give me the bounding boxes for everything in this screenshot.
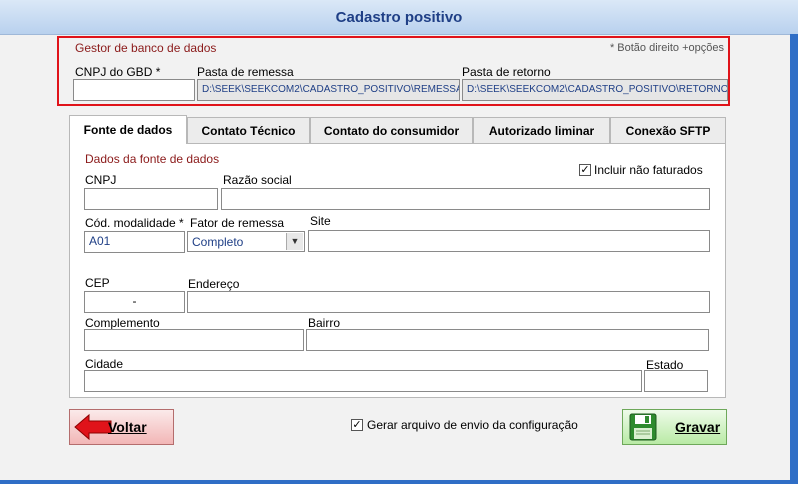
cidade-label: Cidade bbox=[85, 357, 124, 371]
tab-autorizado-liminar[interactable]: Autorizado liminar bbox=[473, 117, 610, 143]
fator-label: Fator de remessa bbox=[190, 216, 285, 230]
gbd-hint: * Botão direito +opções bbox=[609, 42, 724, 54]
complemento-label: Complemento bbox=[85, 316, 160, 330]
tab-contato-tecnico[interactable]: Contato Técnico bbox=[187, 117, 310, 143]
endereco-input[interactable] bbox=[187, 291, 710, 313]
floppy-disk-icon bbox=[629, 413, 657, 441]
voltar-label: Voltar bbox=[108, 419, 147, 435]
fonte-section-title: Dados da fonte de dados bbox=[85, 152, 220, 166]
gbd-cnpj-input[interactable] bbox=[73, 79, 195, 101]
site-input[interactable] bbox=[308, 230, 710, 252]
incluir-checkbox[interactable]: ✓ bbox=[579, 164, 591, 176]
modalidade-label: Cód. modalidade * bbox=[85, 216, 184, 230]
bairro-label: Bairro bbox=[308, 316, 341, 330]
gerar-label: Gerar arquivo de envio da configuração bbox=[367, 418, 578, 432]
gbd-group: Gestor de banco de dados * Botão direito… bbox=[57, 36, 730, 106]
estado-input[interactable] bbox=[644, 370, 708, 392]
incluir-label: Incluir não faturados bbox=[594, 163, 703, 177]
window-frame-right bbox=[790, 34, 798, 484]
gbd-title: Gestor de banco de dados bbox=[75, 41, 217, 55]
complemento-input[interactable] bbox=[84, 329, 304, 351]
fator-remessa-value: Completo bbox=[192, 235, 244, 249]
bairro-input[interactable] bbox=[306, 329, 709, 351]
cep-input[interactable]: - bbox=[84, 291, 185, 313]
gerar-checkbox[interactable]: ✓ bbox=[351, 419, 363, 431]
tab-contato-consumidor[interactable]: Contato do consumidor bbox=[310, 117, 473, 143]
razao-social-input[interactable] bbox=[221, 188, 710, 210]
tab-conexao-sftp[interactable]: Conexão SFTP bbox=[610, 117, 726, 143]
arrow-left-icon bbox=[74, 413, 112, 441]
gravar-button[interactable]: Gravar bbox=[622, 409, 727, 445]
razao-label: Razão social bbox=[223, 173, 292, 187]
tab-fonte-de-dados[interactable]: Fonte de dados bbox=[69, 115, 187, 144]
modalidade-input[interactable]: A01 bbox=[84, 231, 185, 253]
fator-remessa-select[interactable]: Completo ▼ bbox=[187, 231, 305, 252]
retorno-label: Pasta de retorno bbox=[462, 65, 551, 79]
title-bar: Cadastro positivo bbox=[0, 0, 798, 35]
cidade-input[interactable] bbox=[84, 370, 642, 392]
cep-label: CEP bbox=[85, 276, 110, 290]
voltar-button[interactable]: Voltar bbox=[69, 409, 174, 445]
gravar-label: Gravar bbox=[675, 419, 721, 435]
cnpj-label: CNPJ bbox=[85, 173, 117, 187]
window-frame-bottom bbox=[0, 480, 790, 484]
tab-panel-fonte: Dados da fonte de dados ✓ Incluir não fa… bbox=[69, 143, 726, 398]
endereco-label: Endereço bbox=[188, 277, 240, 291]
remessa-label: Pasta de remessa bbox=[197, 65, 294, 79]
remessa-path-field[interactable]: D:\SEEK\SEEKCOM2\CADASTRO_POSITIVO\REMES… bbox=[197, 79, 460, 101]
retorno-path-field[interactable]: D:\SEEK\SEEKCOM2\CADASTRO_POSITIVO\RETOR… bbox=[462, 79, 728, 101]
chevron-down-icon[interactable]: ▼ bbox=[286, 233, 303, 250]
site-label: Site bbox=[310, 214, 331, 228]
gbd-cnpj-label: CNPJ do GBD * bbox=[75, 65, 161, 79]
cnpj-input[interactable] bbox=[84, 188, 218, 210]
window-title: Cadastro positivo bbox=[335, 9, 463, 26]
